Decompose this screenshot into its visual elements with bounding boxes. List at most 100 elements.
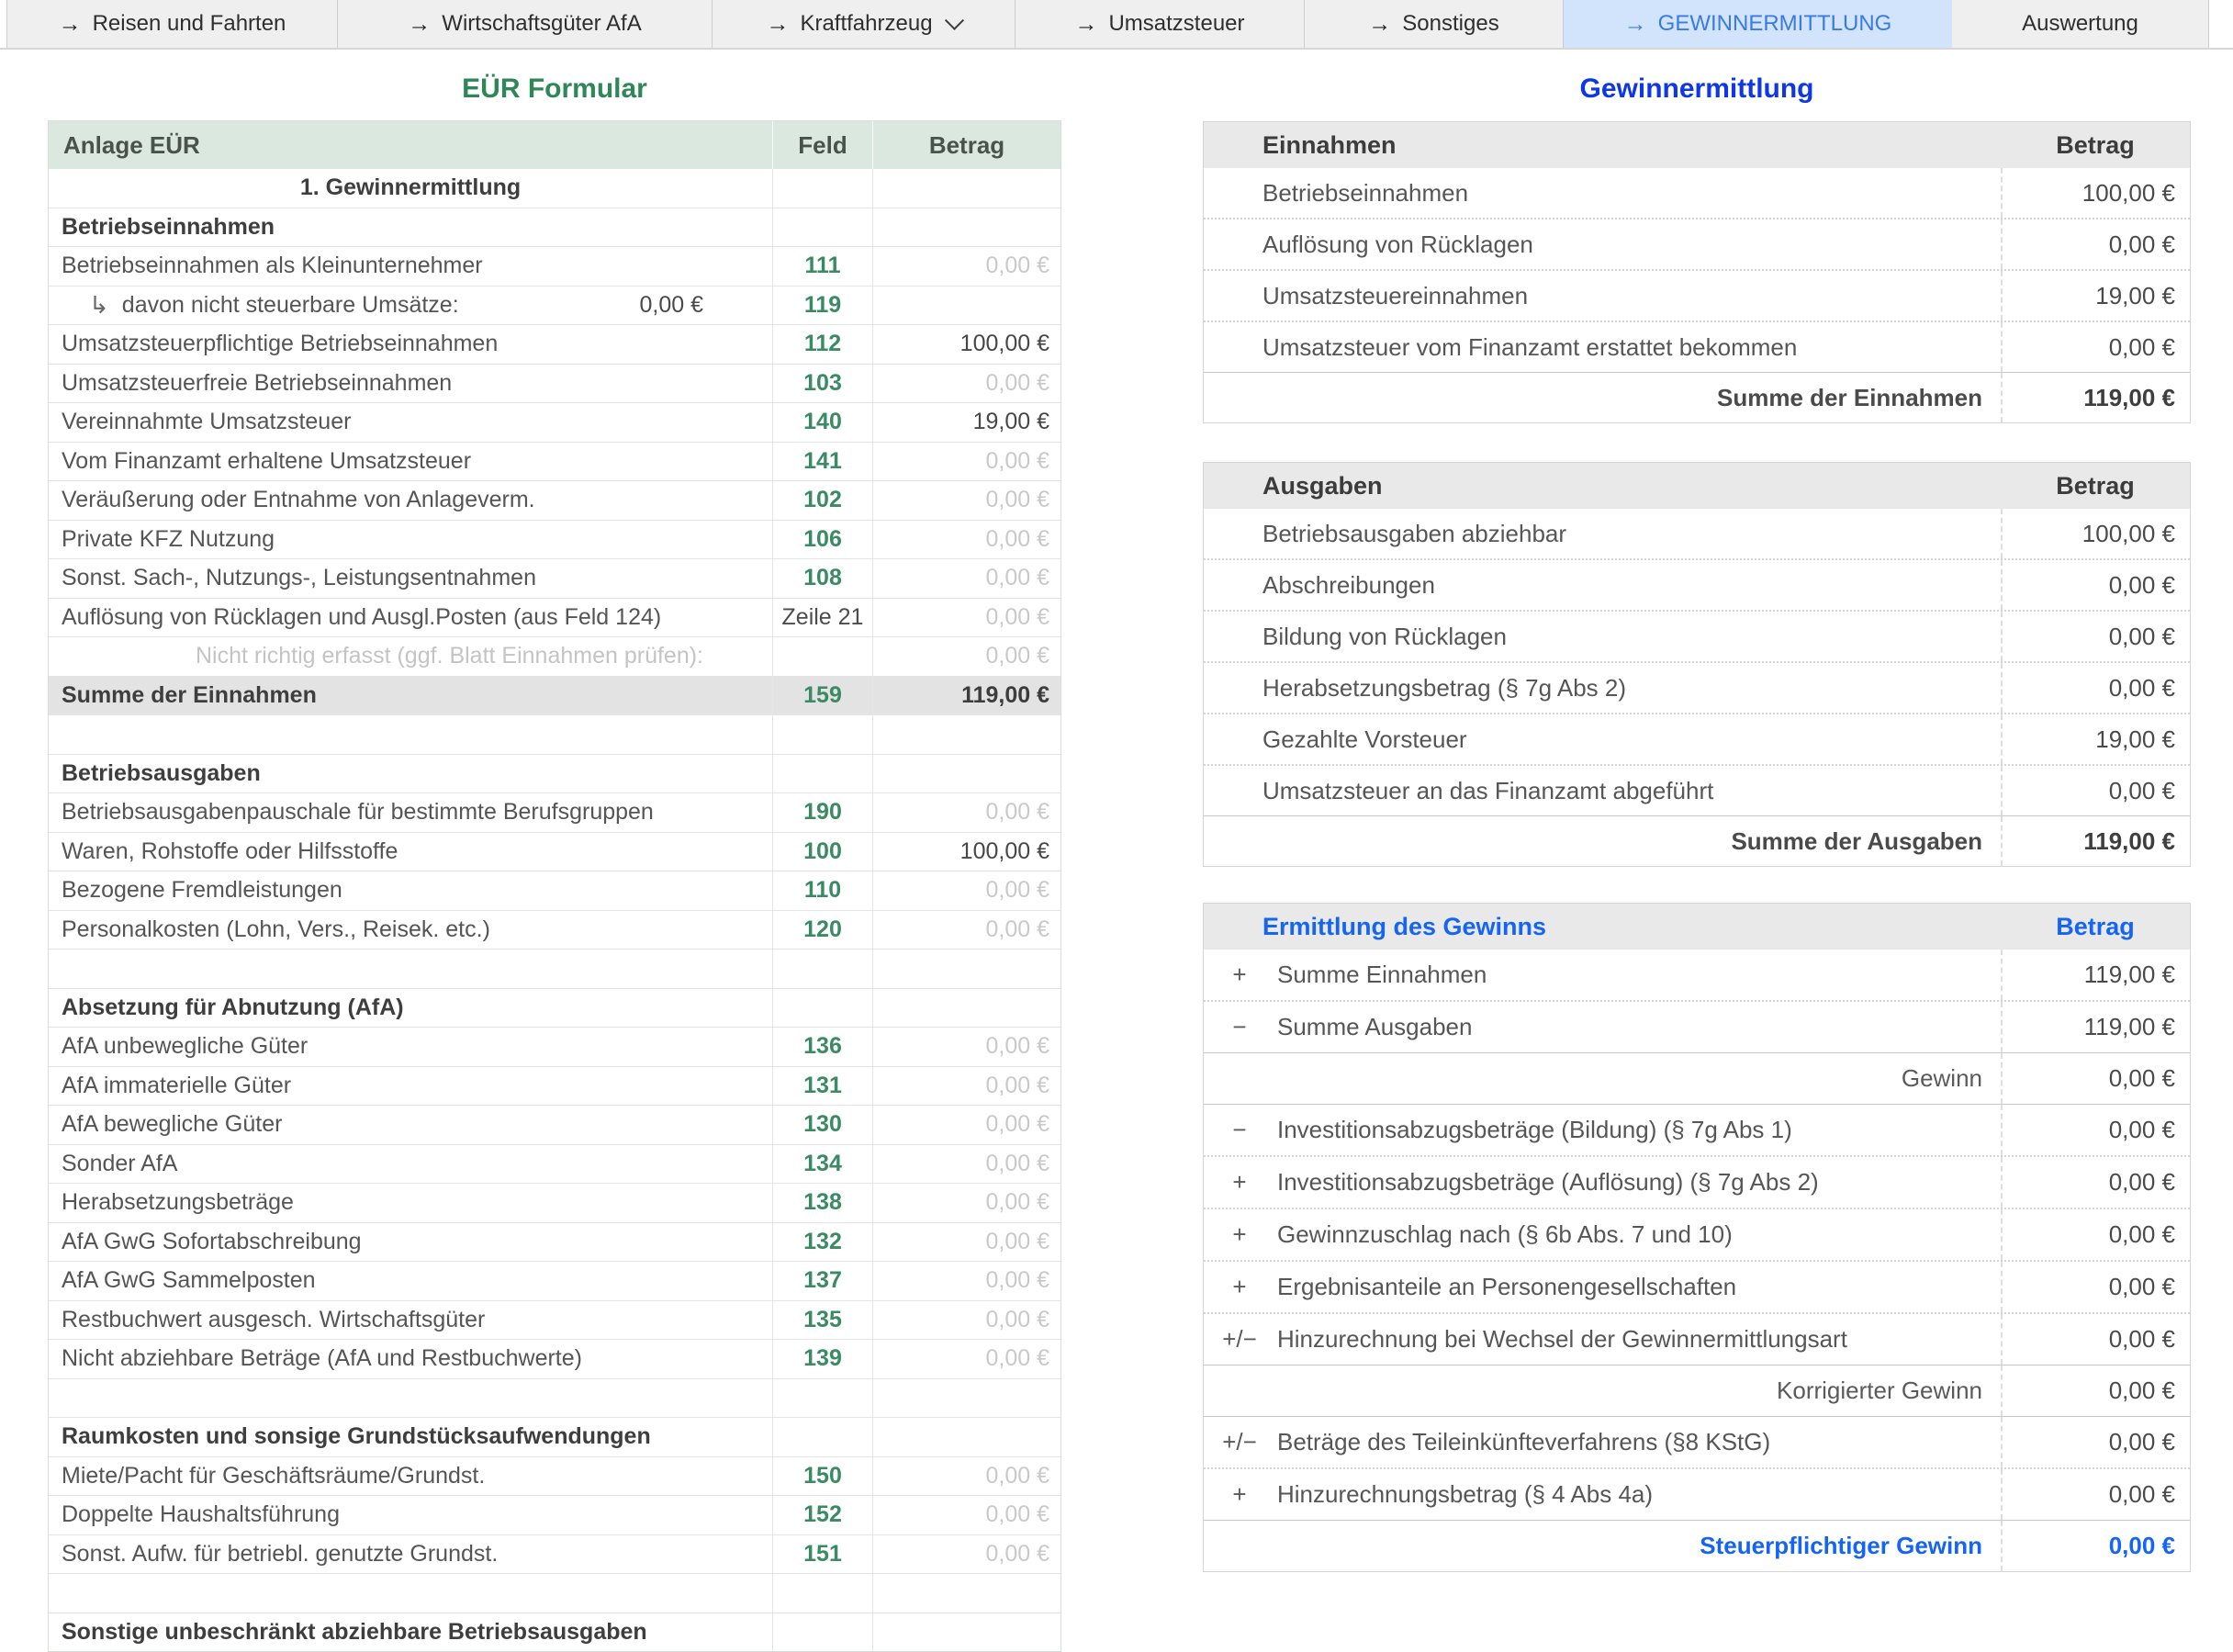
eur-cell-betrag[interactable]: 0,00 € bbox=[873, 443, 1060, 481]
eur-cell-feld[interactable]: 140 bbox=[773, 403, 873, 442]
eur-cell-label[interactable] bbox=[49, 1379, 773, 1418]
eur-cell-betrag[interactable] bbox=[873, 950, 1060, 988]
ausgaben-row-label[interactable]: Bildung von Rücklagen bbox=[1204, 612, 2001, 661]
ausgaben-row-label[interactable]: Abschreibungen bbox=[1204, 560, 2001, 610]
eur-cell-feld[interactable]: 132 bbox=[773, 1223, 873, 1262]
einnahmen-row-label[interactable]: Umsatzsteuer vom Finanzamt erstattet bek… bbox=[1204, 322, 2001, 372]
tab-gewinnermittlung[interactable]: →GEWINNERMITTLUNG bbox=[1564, 0, 1952, 48]
eur-cell-feld[interactable] bbox=[773, 1379, 873, 1418]
ausgaben-row-value[interactable]: 0,00 € bbox=[2001, 766, 2190, 815]
gewinn-row-value[interactable]: 119,00 € bbox=[2001, 950, 2190, 1000]
eur-cell-label[interactable]: Sonst. Aufw. für betriebl. genutzte Grun… bbox=[49, 1535, 773, 1574]
eur-cell-feld[interactable] bbox=[773, 989, 873, 1028]
eur-cell-betrag[interactable]: 0,00 € bbox=[873, 247, 1060, 286]
eur-cell-feld[interactable]: 112 bbox=[773, 325, 873, 364]
eur-cell-label[interactable]: AfA GwG Sammelposten bbox=[49, 1262, 773, 1300]
eur-cell-label[interactable]: Bezogene Fremdleistungen bbox=[49, 871, 773, 910]
eur-cell-betrag[interactable]: 0,00 € bbox=[873, 1496, 1060, 1534]
eur-cell-label[interactable]: Auflösung von Rücklagen und Ausgl.Posten… bbox=[49, 599, 773, 637]
eur-cell-feld[interactable] bbox=[773, 169, 873, 208]
eur-cell-betrag[interactable]: 0,00 € bbox=[873, 1067, 1060, 1106]
gewinn-row-value[interactable]: 119,00 € bbox=[2001, 1002, 2190, 1052]
ausgaben-row-value[interactable]: 100,00 € bbox=[2001, 509, 2190, 558]
eur-cell-betrag[interactable]: 0,00 € bbox=[873, 1457, 1060, 1496]
eur-cell-feld[interactable]: 106 bbox=[773, 521, 873, 559]
ausgaben-row-value[interactable]: 19,00 € bbox=[2001, 714, 2190, 764]
tab-umsatzsteuer[interactable]: →Umsatzsteuer bbox=[1016, 0, 1305, 48]
eur-cell-feld[interactable]: 120 bbox=[773, 911, 873, 950]
gewinn-row-label[interactable]: Summe Ausgaben bbox=[1275, 1002, 2001, 1052]
eur-cell-label[interactable]: Sonder AfA bbox=[49, 1145, 773, 1184]
einnahmen-row-label[interactable]: Auflösung von Rücklagen bbox=[1204, 219, 2001, 269]
eur-cell-feld[interactable]: 110 bbox=[773, 871, 873, 910]
gewinn-row-value[interactable]: 0,00 € bbox=[2001, 1417, 2190, 1467]
einnahmen-row-value[interactable]: 19,00 € bbox=[2001, 271, 2190, 320]
ausgaben-row-label[interactable]: Umsatzsteuer an das Finanzamt abgeführt bbox=[1204, 766, 2001, 815]
eur-cell-betrag[interactable]: 0,00 € bbox=[873, 637, 1060, 676]
gewinn-row-value[interactable]: 0,00 € bbox=[2001, 1209, 2190, 1260]
eur-cell-feld[interactable]: 136 bbox=[773, 1028, 873, 1066]
eur-cell-label[interactable]: AfA immaterielle Güter bbox=[49, 1067, 773, 1106]
tab-reisen-und-fahrten[interactable]: →Reisen und Fahrten bbox=[7, 0, 338, 48]
gewinn-row-value[interactable]: 0,00 € bbox=[2001, 1365, 2190, 1416]
eur-cell-label[interactable]: Umsatzsteuerfreie Betriebseinnahmen bbox=[49, 365, 773, 403]
eur-cell-label[interactable]: Betriebsausgaben bbox=[49, 755, 773, 793]
eur-cell-label[interactable]: Veräußerung oder Entnahme von Anlageverm… bbox=[49, 481, 773, 520]
eur-cell-betrag[interactable]: 0,00 € bbox=[873, 1184, 1060, 1222]
eur-cell-label[interactable]: Vereinnahmte Umsatzsteuer bbox=[49, 403, 773, 442]
eur-cell-betrag[interactable] bbox=[873, 1418, 1060, 1456]
gewinn-row-label[interactable]: Investitionsabzugsbeträge (Auflösung) (§… bbox=[1275, 1157, 2001, 1208]
eur-cell-feld[interactable]: 100 bbox=[773, 833, 873, 871]
gewinn-row-label[interactable]: Summe Einnahmen bbox=[1275, 950, 2001, 1000]
chevron-down-icon[interactable] bbox=[944, 10, 963, 29]
eur-cell-betrag[interactable] bbox=[873, 755, 1060, 793]
eur-cell-feld[interactable]: 119 bbox=[773, 287, 873, 325]
eur-cell-label[interactable]: Umsatzsteuerpflichtige Betriebseinnahmen bbox=[49, 325, 773, 364]
eur-cell-label[interactable] bbox=[49, 950, 773, 988]
eur-cell-label[interactable]: Restbuchwert ausgesch. Wirtschaftsgüter bbox=[49, 1301, 773, 1340]
eur-cell-feld[interactable]: 103 bbox=[773, 365, 873, 403]
eur-cell-betrag[interactable]: 0,00 € bbox=[873, 599, 1060, 637]
eur-cell-label[interactable]: Waren, Rohstoffe oder Hilfsstoffe bbox=[49, 833, 773, 871]
eur-cell-label[interactable]: Private KFZ Nutzung bbox=[49, 521, 773, 559]
eur-cell-feld[interactable]: 137 bbox=[773, 1262, 873, 1300]
eur-cell-betrag[interactable]: 19,00 € bbox=[873, 403, 1060, 442]
eur-cell-feld[interactable] bbox=[773, 208, 873, 247]
eur-cell-betrag[interactable]: 0,00 € bbox=[873, 1106, 1060, 1144]
eur-cell-betrag[interactable] bbox=[873, 1379, 1060, 1418]
eur-cell-feld[interactable]: 130 bbox=[773, 1106, 873, 1144]
eur-cell-betrag[interactable] bbox=[873, 1613, 1060, 1652]
eur-cell-label[interactable]: Personalkosten (Lohn, Vers., Reisek. etc… bbox=[49, 911, 773, 950]
eur-cell-feld[interactable]: 152 bbox=[773, 1496, 873, 1534]
gewinn-row-value[interactable]: 0,00 € bbox=[2001, 1262, 2190, 1312]
eur-cell-feld[interactable]: 150 bbox=[773, 1457, 873, 1496]
ausgaben-row-value[interactable]: 0,00 € bbox=[2001, 560, 2190, 610]
einnahmen-row-value[interactable]: 100,00 € bbox=[2001, 168, 2190, 218]
eur-cell-betrag[interactable] bbox=[873, 1574, 1060, 1613]
eur-cell-feld[interactable]: 108 bbox=[773, 559, 873, 598]
eur-cell-betrag[interactable]: 0,00 € bbox=[873, 1145, 1060, 1184]
ausgaben-row-value[interactable]: 0,00 € bbox=[2001, 612, 2190, 661]
eur-cell-betrag[interactable]: 0,00 € bbox=[873, 365, 1060, 403]
eur-cell-betrag[interactable]: 0,00 € bbox=[873, 559, 1060, 598]
eur-cell-label[interactable]: Doppelte Haushaltsführung bbox=[49, 1496, 773, 1534]
gewinn-row-value[interactable]: 0,00 € bbox=[2001, 1053, 2190, 1104]
einnahmen-row-value[interactable]: 0,00 € bbox=[2001, 219, 2190, 269]
eur-cell-label[interactable]: ↳davon nicht steuerbare Umsätze:0,00 € bbox=[49, 287, 773, 325]
eur-cell-feld[interactable]: 151 bbox=[773, 1535, 873, 1574]
eur-cell-label[interactable]: Nicht richtig erfasst (ggf. Blatt Einnah… bbox=[49, 637, 773, 676]
eur-cell-betrag[interactable]: 100,00 € bbox=[873, 833, 1060, 871]
eur-cell-label[interactable]: AfA bewegliche Güter bbox=[49, 1106, 773, 1144]
eur-cell-label[interactable]: Betriebseinnahmen als Kleinunternehmer bbox=[49, 247, 773, 286]
tab-wirtschaftsgüter-afa[interactable]: →Wirtschaftsgüter AfA bbox=[338, 0, 713, 48]
eur-cell-label[interactable]: Miete/Pacht für Geschäftsräume/Grundst. bbox=[49, 1457, 773, 1496]
einnahmen-row-label[interactable]: Umsatzsteuereinnahmen bbox=[1204, 271, 2001, 320]
eur-cell-betrag[interactable]: 119,00 € bbox=[873, 677, 1060, 715]
gewinn-row-value[interactable]: 0,00 € bbox=[2001, 1521, 2190, 1571]
eur-cell-betrag[interactable] bbox=[873, 169, 1060, 208]
eur-cell-feld[interactable]: 102 bbox=[773, 481, 873, 520]
eur-cell-label[interactable]: Sonst. Sach-, Nutzungs-, Leistungsentnah… bbox=[49, 559, 773, 598]
ausgaben-row-label[interactable]: Herabsetzungsbetrag (§ 7g Abs 2) bbox=[1204, 663, 2001, 713]
eur-cell-betrag[interactable]: 0,00 € bbox=[873, 481, 1060, 520]
tab-sonstiges[interactable]: →Sonstiges bbox=[1305, 0, 1564, 48]
